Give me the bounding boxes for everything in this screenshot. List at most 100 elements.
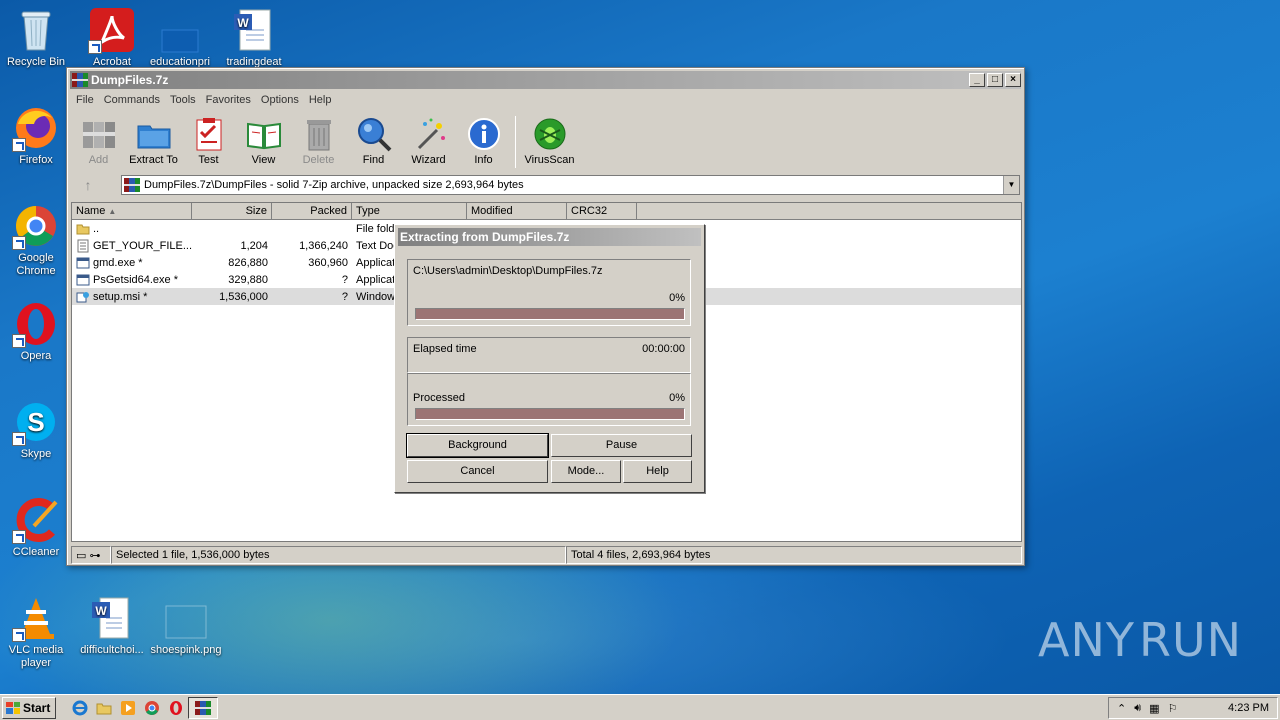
column-type[interactable]: Type [352,203,467,220]
info-button[interactable]: Info [456,112,511,172]
elapsed-group: Elapsed time 00:00:00 [407,337,691,373]
shortcut-arrow-icon [88,40,102,54]
test-button[interactable]: Test [181,112,236,172]
row-name: GET_YOUR_FILE... [93,239,192,252]
archive-path: C:\Users\admin\Desktop\DumpFiles.7z [413,265,603,277]
view-icon [246,116,282,152]
desktop-icon-tradingdeat[interactable]: W tradingdeat [218,6,290,69]
menu-options[interactable]: Options [256,94,304,106]
help-button[interactable]: Help [623,460,692,483]
shortcut-arrow-icon [12,236,26,250]
media-player-icon[interactable] [116,697,140,719]
minimize-button[interactable]: _ [969,73,985,87]
archiver-taskbar-button[interactable] [188,696,218,719]
file-progress-bar [415,308,685,320]
menu-tools[interactable]: Tools [165,94,201,106]
desktop-icon-google-chrome[interactable]: Google Chrome [0,202,72,278]
desktop-icon-skype[interactable]: S Skype [0,398,72,461]
svg-text:W: W [237,16,249,30]
desktop-icon-shoespink[interactable]: shoespink.png [150,594,222,657]
network-icon[interactable]: ▦ [1149,702,1159,715]
extraction-dialog[interactable]: Extracting from DumpFiles.7z C:\Users\ad… [394,224,705,493]
wizard-button[interactable]: Wizard [401,112,456,172]
desktop-icon-label: difficultchoi... [80,644,144,656]
firefox-icon [12,104,60,152]
status-bar: ▭ ⊶ Selected 1 file, 1,536,000 bytes Tot… [71,546,1022,564]
close-button[interactable]: × [1005,73,1021,87]
desktop-icon-difficultchoi[interactable]: W difficultchoi... [76,594,148,657]
explorer-folder-icon[interactable] [92,697,116,719]
menu-help[interactable]: Help [304,94,337,106]
delete-button[interactable]: Delete [291,112,346,172]
desktop-icon-label: CCleaner [12,546,60,558]
virusscan-label: VirusScan [524,154,575,166]
desktop-icon-ccleaner[interactable]: CCleaner [0,496,72,559]
menu-commands[interactable]: Commands [99,94,165,106]
sort-ascending-icon: ▲ [108,207,117,216]
shortcut-arrow-icon [12,628,26,642]
desktop-icon-opera[interactable]: Opera [0,300,72,363]
msi-icon [76,291,89,302]
clock[interactable]: 4:23 PM [1228,702,1269,714]
find-icon [356,116,392,152]
wizard-icon [411,116,447,152]
image-file-icon [162,594,210,642]
background-button[interactable]: Background [406,433,549,458]
acrobat-icon [88,6,136,54]
system-tray: ⌃ 🔊︎ ▦ ⚐ 4:23 PM [1108,697,1278,719]
menu-file[interactable]: File [71,94,99,106]
column-size[interactable]: Size [192,203,272,220]
desktop-icon-vlc[interactable]: VLC media player [0,594,72,670]
address-bar: ↑ DumpFiles.7z\DumpFiles - solid 7-Zip a… [73,174,1020,196]
find-button[interactable]: Find [346,112,401,172]
show-hidden-icons-icon[interactable]: ⌃ [1117,702,1126,715]
svg-text:W: W [95,604,107,618]
column-crc32[interactable]: CRC32 [567,203,637,220]
recycle-bin-icon [12,6,60,54]
toolbar: Add Extract To Test View Delete Find Wiz… [71,112,577,172]
elapsed-value: 00:00:00 [642,343,685,355]
desktop-icon-label: Skype [20,448,52,460]
file-percent: 0% [669,292,685,304]
view-label: View [251,154,276,166]
column-name[interactable]: Name ▲ [72,203,192,220]
test-label: Test [198,154,219,166]
window-titlebar[interactable]: DumpFiles.7z _ □ × [70,71,1021,89]
opera-taskbar-icon[interactable] [164,697,188,719]
virusscan-button[interactable]: VirusScan [522,112,577,172]
cancel-button[interactable]: Cancel [407,460,548,483]
delete-icon [301,116,337,152]
volume-icon[interactable]: 🔊︎ [1134,702,1141,715]
view-button[interactable]: View [236,112,291,172]
chrome-taskbar-icon[interactable] [140,697,164,719]
action-center-flag-icon[interactable]: ⚐ [1168,702,1178,715]
address-dropdown-icon[interactable]: ▼ [1003,176,1019,194]
desktop-icon-label: shoespink.png [150,644,222,656]
status-selected: Selected 1 file, 1,536,000 bytes [111,546,566,564]
desktop-icon-label: Opera [20,350,52,362]
file-progress-group: C:\Users\admin\Desktop\DumpFiles.7z 0% [407,259,691,326]
pause-button[interactable]: Pause [551,434,692,457]
add-button[interactable]: Add [71,112,126,172]
desktop-icon-acrobat[interactable]: Acrobat [76,6,148,69]
info-icon [466,116,502,152]
test-icon [191,116,227,152]
desktop-icon-label: VLC media player [8,644,64,669]
anyrun-watermark: ANY RUN [1038,610,1241,670]
processed-percent: 0% [669,392,685,404]
desktop-icon-recycle-bin[interactable]: Recycle Bin [0,6,72,69]
column-packed[interactable]: Packed [272,203,352,220]
internet-explorer-icon[interactable] [68,697,92,719]
desktop-icon-educationpri[interactable]: educationpri [144,6,216,69]
maximize-button[interactable]: □ [987,73,1003,87]
start-button[interactable]: Start [2,696,56,719]
up-folder-button[interactable]: ↑ [73,175,103,195]
extract-to-button[interactable]: Extract To [126,112,181,172]
column-modified[interactable]: Modified [467,203,567,220]
address-field[interactable]: DumpFiles.7z\DumpFiles - solid 7-Zip arc… [121,175,1020,195]
processed-label: Processed [413,392,465,404]
desktop-icon-firefox[interactable]: Firefox [0,104,72,167]
menu-favorites[interactable]: Favorites [201,94,256,106]
wizard-label: Wizard [411,154,446,166]
mode-button[interactable]: Mode... [551,460,621,483]
